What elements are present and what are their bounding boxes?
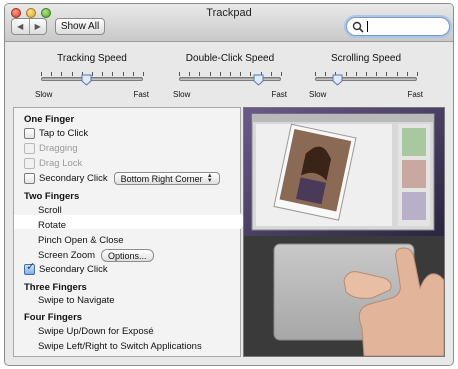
double-click-speed-slider-group: Double-Click Speed Slow Fast — [173, 46, 287, 99]
double-click-speed-label: Double-Click Speed — [185, 53, 275, 64]
double-click-speed-track[interactable] — [179, 77, 281, 81]
slider-tick-mark — [51, 72, 53, 76]
two-finger-secondary-click-checkbox[interactable]: ✓ — [24, 261, 36, 275]
two-finger-secondary-click-option[interactable]: ✓ Secondary Click — [24, 261, 108, 275]
double-click-speed-thumb[interactable] — [253, 74, 264, 86]
magnifier-icon — [352, 21, 364, 33]
slider-tick-mark — [71, 72, 73, 76]
slider-tick-mark — [240, 72, 242, 76]
slider-tick-mark — [189, 72, 191, 76]
slider-ticks — [315, 72, 418, 76]
navigation-segment: ◀ ▶ — [11, 18, 47, 35]
slider-tick-mark — [250, 72, 252, 76]
scrolling-speed-thumb[interactable] — [332, 74, 343, 86]
double-click-speed-max-label: Fast — [271, 90, 287, 99]
slider-tick-mark — [230, 72, 231, 76]
four-fingers-heading: Four Fingers — [24, 312, 83, 323]
title-bar: Trackpad ◀ ▶ Show All — [5, 4, 453, 42]
scrolling-speed-max-label: Fast — [407, 90, 423, 99]
gesture-list-panel: One Finger Tap to Click Dragging Drag Lo… — [13, 107, 241, 357]
slider-tick-mark — [132, 72, 134, 76]
slider-tick-mark — [102, 72, 104, 76]
scrolling-speed-slider-group: Scrolling Speed Slow Fast — [309, 46, 423, 99]
slider-tick-mark — [315, 72, 316, 76]
two-finger-screen-zoom-item[interactable]: Screen Zoom Options... — [38, 249, 154, 262]
slider-tick-mark — [386, 72, 388, 76]
four-finger-expose-item[interactable]: Swipe Up/Down for Exposé — [38, 326, 154, 337]
screen-zoom-options-button[interactable]: Options... — [101, 249, 154, 262]
trackpad-preferences-window: Trackpad ◀ ▶ Show All Tracking Speed Slo… — [4, 3, 454, 366]
slider-tick-mark — [199, 72, 201, 76]
drag-lock-label: Drag Lock — [39, 158, 83, 169]
dragging-label: Dragging — [39, 143, 78, 154]
double-click-speed-min-label: Slow — [173, 90, 191, 99]
scrolling-speed-label: Scrolling Speed — [330, 53, 402, 64]
two-finger-rotate-item[interactable]: Rotate — [38, 220, 66, 231]
slider-ticks — [179, 72, 282, 76]
slider-tick-mark — [179, 72, 180, 76]
checkmark-icon: ✓ — [26, 261, 36, 273]
slider-tick-mark — [209, 72, 211, 76]
slider-tick-mark — [61, 72, 63, 76]
tracking-speed-label: Tracking Speed — [57, 53, 127, 64]
text-cursor — [367, 21, 368, 32]
two-finger-secondary-click-label: Secondary Click — [39, 264, 108, 275]
slider-tick-mark — [376, 72, 378, 76]
tracking-speed-slider-group: Tracking Speed Slow Fast — [35, 46, 149, 99]
scrolling-speed-min-label: Slow — [309, 90, 327, 99]
two-finger-pinch-item[interactable]: Pinch Open & Close — [38, 235, 124, 246]
screen-zoom-label: Screen Zoom — [38, 250, 96, 261]
tracking-speed-min-label: Slow — [35, 90, 53, 99]
search-field[interactable] — [346, 17, 450, 36]
tracking-speed-thumb[interactable] — [81, 74, 92, 86]
slider-tick-mark — [219, 72, 221, 76]
tracking-speed-max-label: Fast — [133, 90, 149, 99]
secondary-click-corner-value: Bottom Right Corner — [120, 173, 203, 184]
two-fingers-heading: Two Fingers — [24, 191, 80, 202]
two-finger-scroll-item[interactable]: Scroll — [38, 205, 62, 216]
slider-tick-mark — [325, 72, 327, 76]
one-finger-secondary-click-checkbox[interactable] — [24, 173, 35, 184]
popup-updown-icon: ▲ ▼ — [206, 172, 213, 184]
three-fingers-heading: Three Fingers — [24, 282, 87, 293]
gesture-demo-video — [243, 107, 445, 357]
one-finger-secondary-click-option[interactable]: Secondary Click Bottom Right Corner ▲ ▼ — [24, 172, 220, 185]
rotate-gesture-illustration — [244, 108, 444, 356]
slider-tick-mark — [406, 72, 408, 76]
tap-to-click-checkbox[interactable] — [24, 128, 35, 139]
drag-lock-checkbox — [24, 158, 35, 169]
slider-tick-mark — [143, 72, 144, 76]
slider-tick-mark — [41, 72, 42, 76]
slider-tick-mark — [122, 72, 124, 76]
slider-tick-mark — [345, 72, 347, 76]
one-finger-heading: One Finger — [24, 114, 75, 125]
four-finger-switch-apps-item[interactable]: Swipe Left/Right to Switch Applications — [38, 341, 202, 352]
slider-tick-mark — [281, 72, 282, 76]
scrolling-speed-track[interactable] — [315, 77, 417, 81]
secondary-click-corner-popup[interactable]: Bottom Right Corner ▲ ▼ — [113, 172, 220, 185]
dragging-option: Dragging — [24, 143, 78, 154]
tap-to-click-option[interactable]: Tap to Click — [24, 128, 88, 139]
back-arrow-icon[interactable]: ◀ — [12, 19, 29, 34]
show-all-button[interactable]: Show All — [55, 18, 105, 35]
slider-tick-mark — [112, 72, 114, 76]
one-finger-secondary-click-label: Secondary Click — [39, 173, 108, 184]
drag-lock-option: Drag Lock — [24, 158, 82, 169]
dragging-checkbox — [24, 143, 35, 154]
slider-tick-mark — [366, 72, 367, 76]
tap-to-click-label: Tap to Click — [39, 128, 89, 139]
slider-tick-mark — [396, 72, 398, 76]
three-finger-swipe-item[interactable]: Swipe to Navigate — [38, 295, 115, 306]
slider-tick-mark — [270, 72, 272, 76]
forward-arrow-icon[interactable]: ▶ — [28, 19, 47, 34]
slider-tick-mark — [417, 72, 418, 76]
slider-tick-mark — [355, 72, 357, 76]
